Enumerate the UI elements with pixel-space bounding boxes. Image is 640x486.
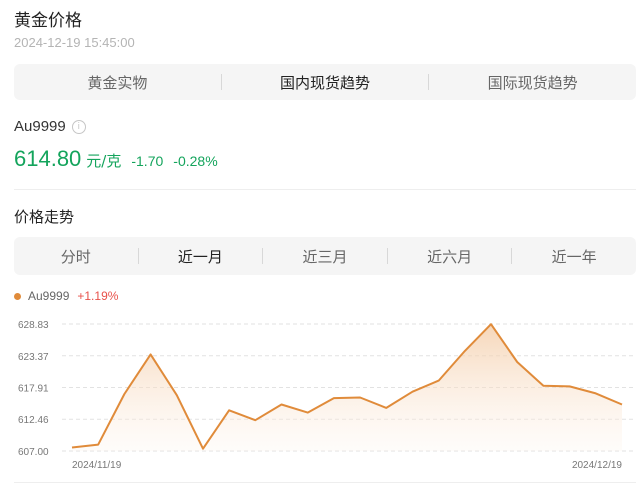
data-point [568,384,572,388]
price-trend-chart: 628.83 623.37 617.91 612.46 607.00 2024/11/19… [18,320,636,471]
page-title: 黄金价格 [14,11,82,31]
tab-1-year[interactable]: 近一年 [512,246,636,267]
quote-symbol: Au9999 [14,118,66,135]
y-tick-label: 623.37 [18,352,49,363]
timestamp: 2024-12-19 15:45:00 [14,35,135,50]
y-tick-label: 607.00 [18,447,49,458]
quote-change: -1.70 [131,153,164,169]
x-axis-label-end: 2024/12/19 [572,460,622,471]
data-point [227,408,231,412]
tab-intraday[interactable]: 分时 [14,246,138,267]
data-point [384,406,388,410]
data-point [515,360,519,364]
quote-unit: 元/克 [86,152,122,170]
y-tick-label: 617.91 [18,384,49,395]
tab-international-spot-trend[interactable]: 国际现货趋势 [429,72,636,93]
tab-domestic-spot-trend[interactable]: 国内现货趋势 [222,72,429,93]
data-point [149,352,153,356]
legend-dot-icon [14,292,21,300]
legend-change: +1.19% [77,289,119,303]
data-point [332,396,336,400]
quote-price: 614.80 [14,146,82,171]
price-area-fill [72,324,622,451]
tab-1-month[interactable]: 近一月 [139,246,263,267]
data-point [280,402,284,406]
section-divider [14,189,636,190]
quote-change-percent: -0.28% [173,153,218,169]
data-point [96,443,100,447]
data-point [463,349,467,353]
legend-series-name: Au9999 [28,289,70,303]
tab-6-months[interactable]: 近六月 [388,246,512,267]
data-point [594,391,598,395]
data-point [122,392,126,396]
data-point [541,384,545,388]
x-axis-label-start: 2024/11/19 [72,460,122,471]
data-point [70,446,74,450]
tab-physical-gold[interactable]: 黄金实物 [14,72,221,93]
data-point [410,390,414,394]
y-tick-label: 628.83 [18,320,49,331]
period-tab-bar: 分时 近一月 近三月 近六月 近一年 [14,237,636,275]
tab-3-months[interactable]: 近三月 [263,246,387,267]
quote-price-row: 614.80 元/克 -1.70 -0.28% [14,146,218,172]
data-point [175,393,179,397]
data-point [358,395,362,399]
data-point [253,418,257,422]
data-point [306,411,310,415]
trend-section-title: 价格走势 [14,208,75,226]
chart-legend: Au9999 +1.19% [14,289,118,303]
data-point [620,402,624,406]
main-tab-bar: 黄金实物 国内现货趋势 国际现货趋势 [14,64,636,100]
data-point [201,447,205,451]
y-tick-label: 612.46 [18,415,49,426]
data-point [489,322,493,326]
data-point [437,379,441,383]
bottom-divider [14,482,636,483]
info-icon[interactable]: i [71,119,86,134]
quote-symbol-row: Au9999 i [14,118,86,135]
